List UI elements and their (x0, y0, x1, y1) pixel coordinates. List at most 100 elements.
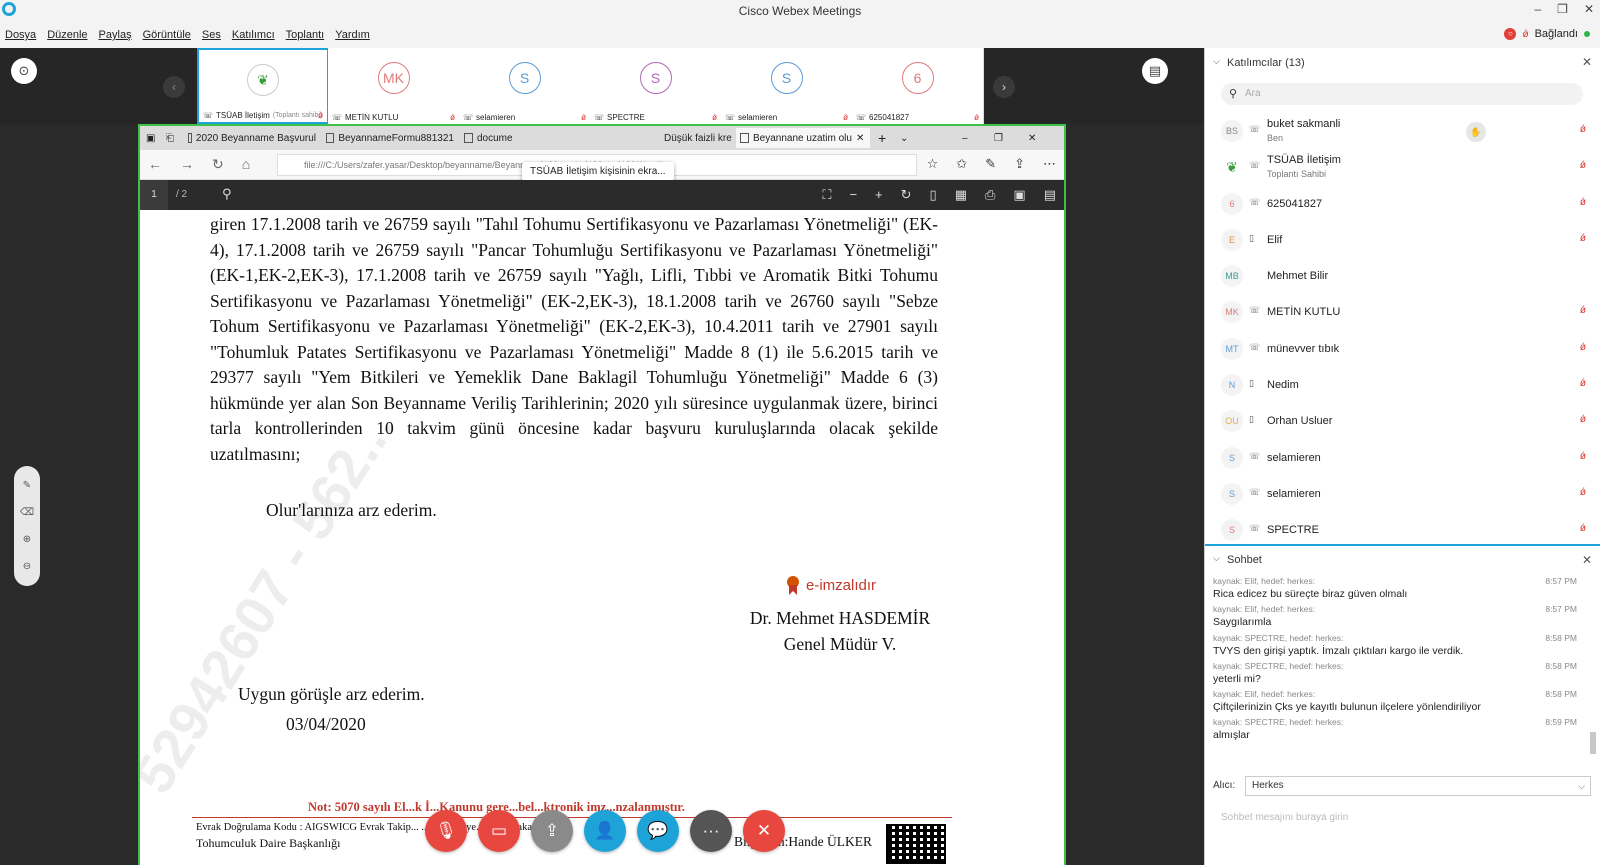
zoom-in-icon[interactable]: ⊕ (23, 534, 31, 545)
favorite-star-icon[interactable]: ☆ (927, 156, 939, 172)
recipient-select[interactable]: Herkes ⌵ (1245, 776, 1591, 796)
pen-icon[interactable]: ✎ (985, 156, 996, 172)
browser-tab-active[interactable]: Beyannane uzatim olu ✕ (736, 128, 870, 148)
rotate-icon[interactable]: ↻ (901, 187, 912, 203)
chat-scrollbar[interactable] (1590, 578, 1596, 768)
menu-item[interactable]: Dosya (5, 29, 36, 41)
read-aloud-icon[interactable]: ▦ (955, 187, 967, 203)
favorites-list-icon[interactable]: ✩ (956, 156, 967, 172)
video-thumbnail[interactable]: MK ☏ METİN KUTLU ǿ (328, 48, 460, 124)
mic-muted-icon[interactable]: ǿ (1580, 233, 1586, 244)
zoom-in-icon[interactable]: + (875, 187, 883, 203)
close-button[interactable]: ✕ (1584, 2, 1594, 16)
menu-item[interactable]: Toplantı (286, 29, 325, 41)
browser-tab[interactable]: 2020 Beyanname Başvurul (184, 128, 320, 148)
forward-icon[interactable]: → (180, 156, 194, 173)
minimize-button[interactable]: – (1534, 2, 1541, 16)
menu-item[interactable]: Düzenle (47, 29, 87, 41)
mic-muted-icon[interactable]: ǿ (1580, 414, 1586, 425)
save-as-icon[interactable]: ▤ (1044, 187, 1056, 203)
save-icon[interactable]: ▣ (1013, 187, 1025, 203)
mic-muted-icon[interactable]: ǿ (1580, 378, 1586, 389)
new-tab-button[interactable]: + (874, 128, 894, 148)
connection-status[interactable]: ○ ǿ Bağlandı (1504, 28, 1590, 40)
browser-tab[interactable]: docume (460, 128, 520, 148)
mic-muted-icon[interactable]: ǿ (1580, 451, 1586, 462)
browser-minimize-button[interactable]: – (958, 128, 978, 148)
mic-muted-icon[interactable]: ǿ (1580, 305, 1586, 316)
leave-button[interactable]: ✕ (743, 810, 785, 852)
tab-aside-icon[interactable]: ⎗ (162, 128, 182, 148)
thumb-next-button[interactable]: › (993, 76, 1015, 98)
mic-muted-icon[interactable]: ǿ (1580, 197, 1586, 208)
menu-item[interactable]: Ses (202, 29, 221, 41)
refresh-icon[interactable]: ↻ (212, 156, 224, 173)
participant-row[interactable]: MK ☏ METİN KUTLU ǿ (1205, 295, 1600, 331)
home-icon[interactable]: ⌂ (242, 156, 250, 173)
restore-button[interactable]: ❐ (1557, 2, 1568, 16)
zoom-out-icon[interactable]: ⊖ (23, 561, 31, 572)
page-view-icon[interactable]: ▯ (930, 187, 937, 203)
participant-row[interactable]: S ☏ selamieren ǿ (1205, 477, 1600, 513)
zoom-out-icon[interactable]: − (849, 187, 857, 203)
raise-hand-icon[interactable]: ✋ (1466, 122, 1486, 142)
participants-header[interactable]: ⌵ Katılımcılar (13) ✕ (1205, 48, 1600, 78)
menu-item[interactable]: Görüntüle (143, 29, 191, 41)
participant-row[interactable]: S ☏ selamieren ǿ (1205, 441, 1600, 477)
menu-item[interactable]: Katılımcı (232, 29, 275, 41)
browser-close-button[interactable]: ✕ (1024, 128, 1044, 148)
mic-muted-icon[interactable]: ǿ (1580, 487, 1586, 498)
mic-muted-icon[interactable]: ǿ (1580, 342, 1586, 353)
chat-header[interactable]: ⌵ Sohbet ✕ (1205, 548, 1600, 574)
share-button[interactable]: ⇪ (531, 810, 573, 852)
chat-input[interactable]: Sohbet mesajını buraya girin (1221, 812, 1348, 823)
search-icon[interactable]: ⚲ (222, 186, 232, 202)
chevron-right-icon: › (1002, 80, 1006, 94)
video-thumbnail[interactable]: S ☏ selamieren ǿ (721, 48, 853, 124)
mute-button[interactable]: 🎙 (425, 810, 467, 852)
mic-muted-icon[interactable]: ǿ (1580, 124, 1586, 135)
participants-button[interactable]: 👤 (584, 810, 626, 852)
menu-item[interactable]: Paylaş (99, 29, 132, 41)
video-thumbnail[interactable]: S ☏ SPECTRE ǿ (590, 48, 722, 124)
annotate-pen-icon[interactable]: ✎ (23, 480, 31, 491)
share-icon[interactable]: ⇪ (1014, 156, 1025, 172)
participant-row[interactable]: MB Mehmet Bilir (1205, 259, 1600, 295)
browser-tab[interactable]: BeyannameFormu881321 (322, 128, 458, 148)
participant-row[interactable]: N ▯ Nedim ǿ (1205, 368, 1600, 404)
participant-row[interactable]: OU ▯ Orhan Usluer ǿ (1205, 404, 1600, 440)
mic-muted-icon[interactable]: ǿ (1580, 523, 1586, 534)
chat-button[interactable]: 💬 (637, 810, 679, 852)
mic-muted-icon[interactable]: ǿ (1580, 160, 1586, 171)
more-options-icon[interactable]: ⋯ (1043, 156, 1056, 172)
participant-search-input[interactable]: ⚲ Ara (1221, 83, 1583, 105)
participant-row[interactable]: 6 ☏ 625041827 ǿ (1205, 187, 1600, 223)
video-thumbnail[interactable]: S ☏ selamieren ǿ (459, 48, 591, 124)
browser-tab[interactable]: Düşük faizli kre (660, 128, 734, 148)
participant-row[interactable]: E ▯ Elif ǿ (1205, 223, 1600, 259)
panel-divider[interactable] (1205, 544, 1600, 546)
browser-restore-button[interactable]: ❐ (990, 128, 1010, 148)
video-button[interactable]: ▭ (478, 810, 520, 852)
participant-row[interactable]: BS ☏ buket sakmanli Ben ✋ ǿ (1205, 114, 1600, 150)
close-chat-icon[interactable]: ✕ (1582, 553, 1592, 567)
print-icon[interactable]: ⎙ (985, 187, 995, 203)
video-thumbnail[interactable]: ❦ ☏ TSÜAB İletişim (Toplantı sahibi) ǿ (197, 48, 329, 124)
back-icon[interactable]: ← (148, 156, 162, 173)
layout-toggle-button[interactable]: ⊙ (11, 58, 37, 84)
tab-list-icon[interactable]: ⌄ (896, 128, 916, 148)
thumb-prev-button[interactable]: ‹ (163, 76, 185, 98)
scroll-thumb[interactable] (1590, 732, 1596, 754)
tab-actions-icon[interactable]: ▣ (142, 128, 162, 148)
video-thumbnail[interactable]: 6 ☏ 625041827 ǿ (852, 48, 984, 124)
page-number-field[interactable]: 1 (140, 180, 168, 210)
menu-item[interactable]: Yardım (335, 29, 370, 41)
participant-row[interactable]: MT ☏ münevver tıbık ǿ (1205, 332, 1600, 368)
eraser-icon[interactable]: ⌫ (20, 507, 34, 518)
close-panel-icon[interactable]: ✕ (1582, 55, 1592, 69)
view-options-button[interactable]: ▤ (1142, 58, 1168, 84)
more-button[interactable]: ··· (690, 810, 732, 852)
participant-row[interactable]: ❦ ☏ TSÜAB İletişim Toplantı Sahibi ǿ (1205, 150, 1600, 186)
close-tab-icon[interactable]: ✕ (856, 133, 864, 144)
fit-page-icon[interactable]: ⛶ (822, 187, 831, 203)
